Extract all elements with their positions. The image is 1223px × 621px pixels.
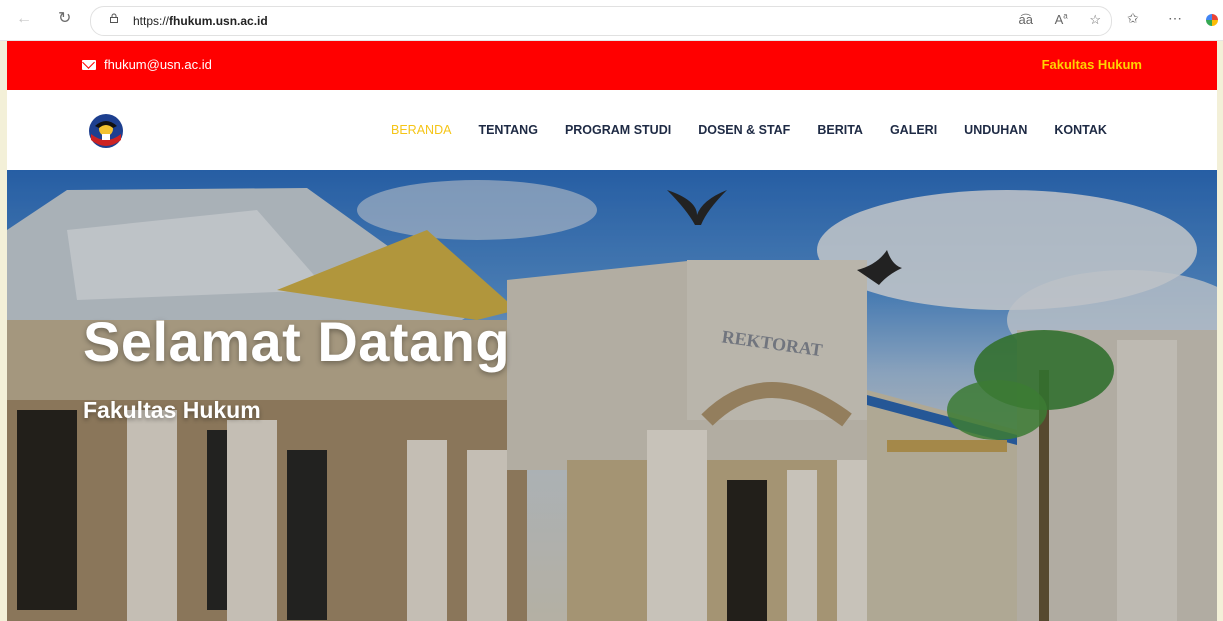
website: fhukum@usn.ac.id Fakultas Hukum BERANDA …: [7, 41, 1217, 621]
nav-galeri[interactable]: GALERI: [890, 122, 937, 138]
favorites-icon[interactable]: ✩: [1127, 10, 1139, 27]
reload-icon[interactable]: ↻: [58, 9, 71, 29]
faculty-label: Fakultas Hukum: [1041, 57, 1142, 72]
browser-toolbar: ← ↻ https://fhukum.usn.ac.id a͡a Aa ☆ ✩ …: [0, 0, 1223, 41]
nav-menu: BERANDA TENTANG PROGRAM STUDI DOSEN & ST…: [391, 122, 1134, 138]
hero-subtitle: Fakultas Hukum: [83, 397, 261, 423]
address-bar[interactable]: https://fhukum.usn.ac.id a͡a Aa ☆: [90, 6, 1112, 36]
nav-unduhan[interactable]: UNDUHAN: [964, 122, 1027, 138]
hero-title: Selamat Datang: [83, 310, 511, 373]
nav-kontak[interactable]: KONTAK: [1054, 122, 1107, 138]
address-bar-actions: a͡a Aa ☆: [1001, 12, 1102, 28]
nav-berita[interactable]: BERITA: [817, 122, 863, 138]
email-link[interactable]: fhukum@usn.ac.id: [82, 57, 212, 73]
profile-icon[interactable]: [1206, 14, 1218, 26]
text-size-icon[interactable]: Aa: [1055, 12, 1068, 27]
nav-dosen-staf[interactable]: DOSEN & STAF: [698, 122, 790, 138]
university-logo[interactable]: [87, 112, 125, 150]
favorite-star-icon[interactable]: ☆: [1089, 12, 1101, 27]
more-menu-icon[interactable]: ⋯: [1168, 10, 1182, 27]
url-text: https://fhukum.usn.ac.id: [133, 14, 268, 28]
nav-tentang[interactable]: TENTANG: [478, 122, 538, 138]
read-aloud-icon[interactable]: a͡a: [1019, 12, 1033, 27]
email-text: fhukum@usn.ac.id: [104, 57, 212, 72]
nav-beranda[interactable]: BERANDA: [391, 122, 451, 138]
lock-icon: [110, 13, 118, 23]
main-navbar: BERANDA TENTANG PROGRAM STUDI DOSEN & ST…: [7, 90, 1217, 170]
top-info-bar: fhukum@usn.ac.id Fakultas Hukum: [7, 41, 1217, 90]
back-arrow-icon[interactable]: ←: [16, 9, 32, 29]
envelope-icon: [82, 60, 96, 70]
nav-program-studi[interactable]: PROGRAM STUDI: [565, 122, 671, 138]
hero-banner: REKTORAT Selamat Datang Fakultas Hukum: [7, 170, 1217, 621]
